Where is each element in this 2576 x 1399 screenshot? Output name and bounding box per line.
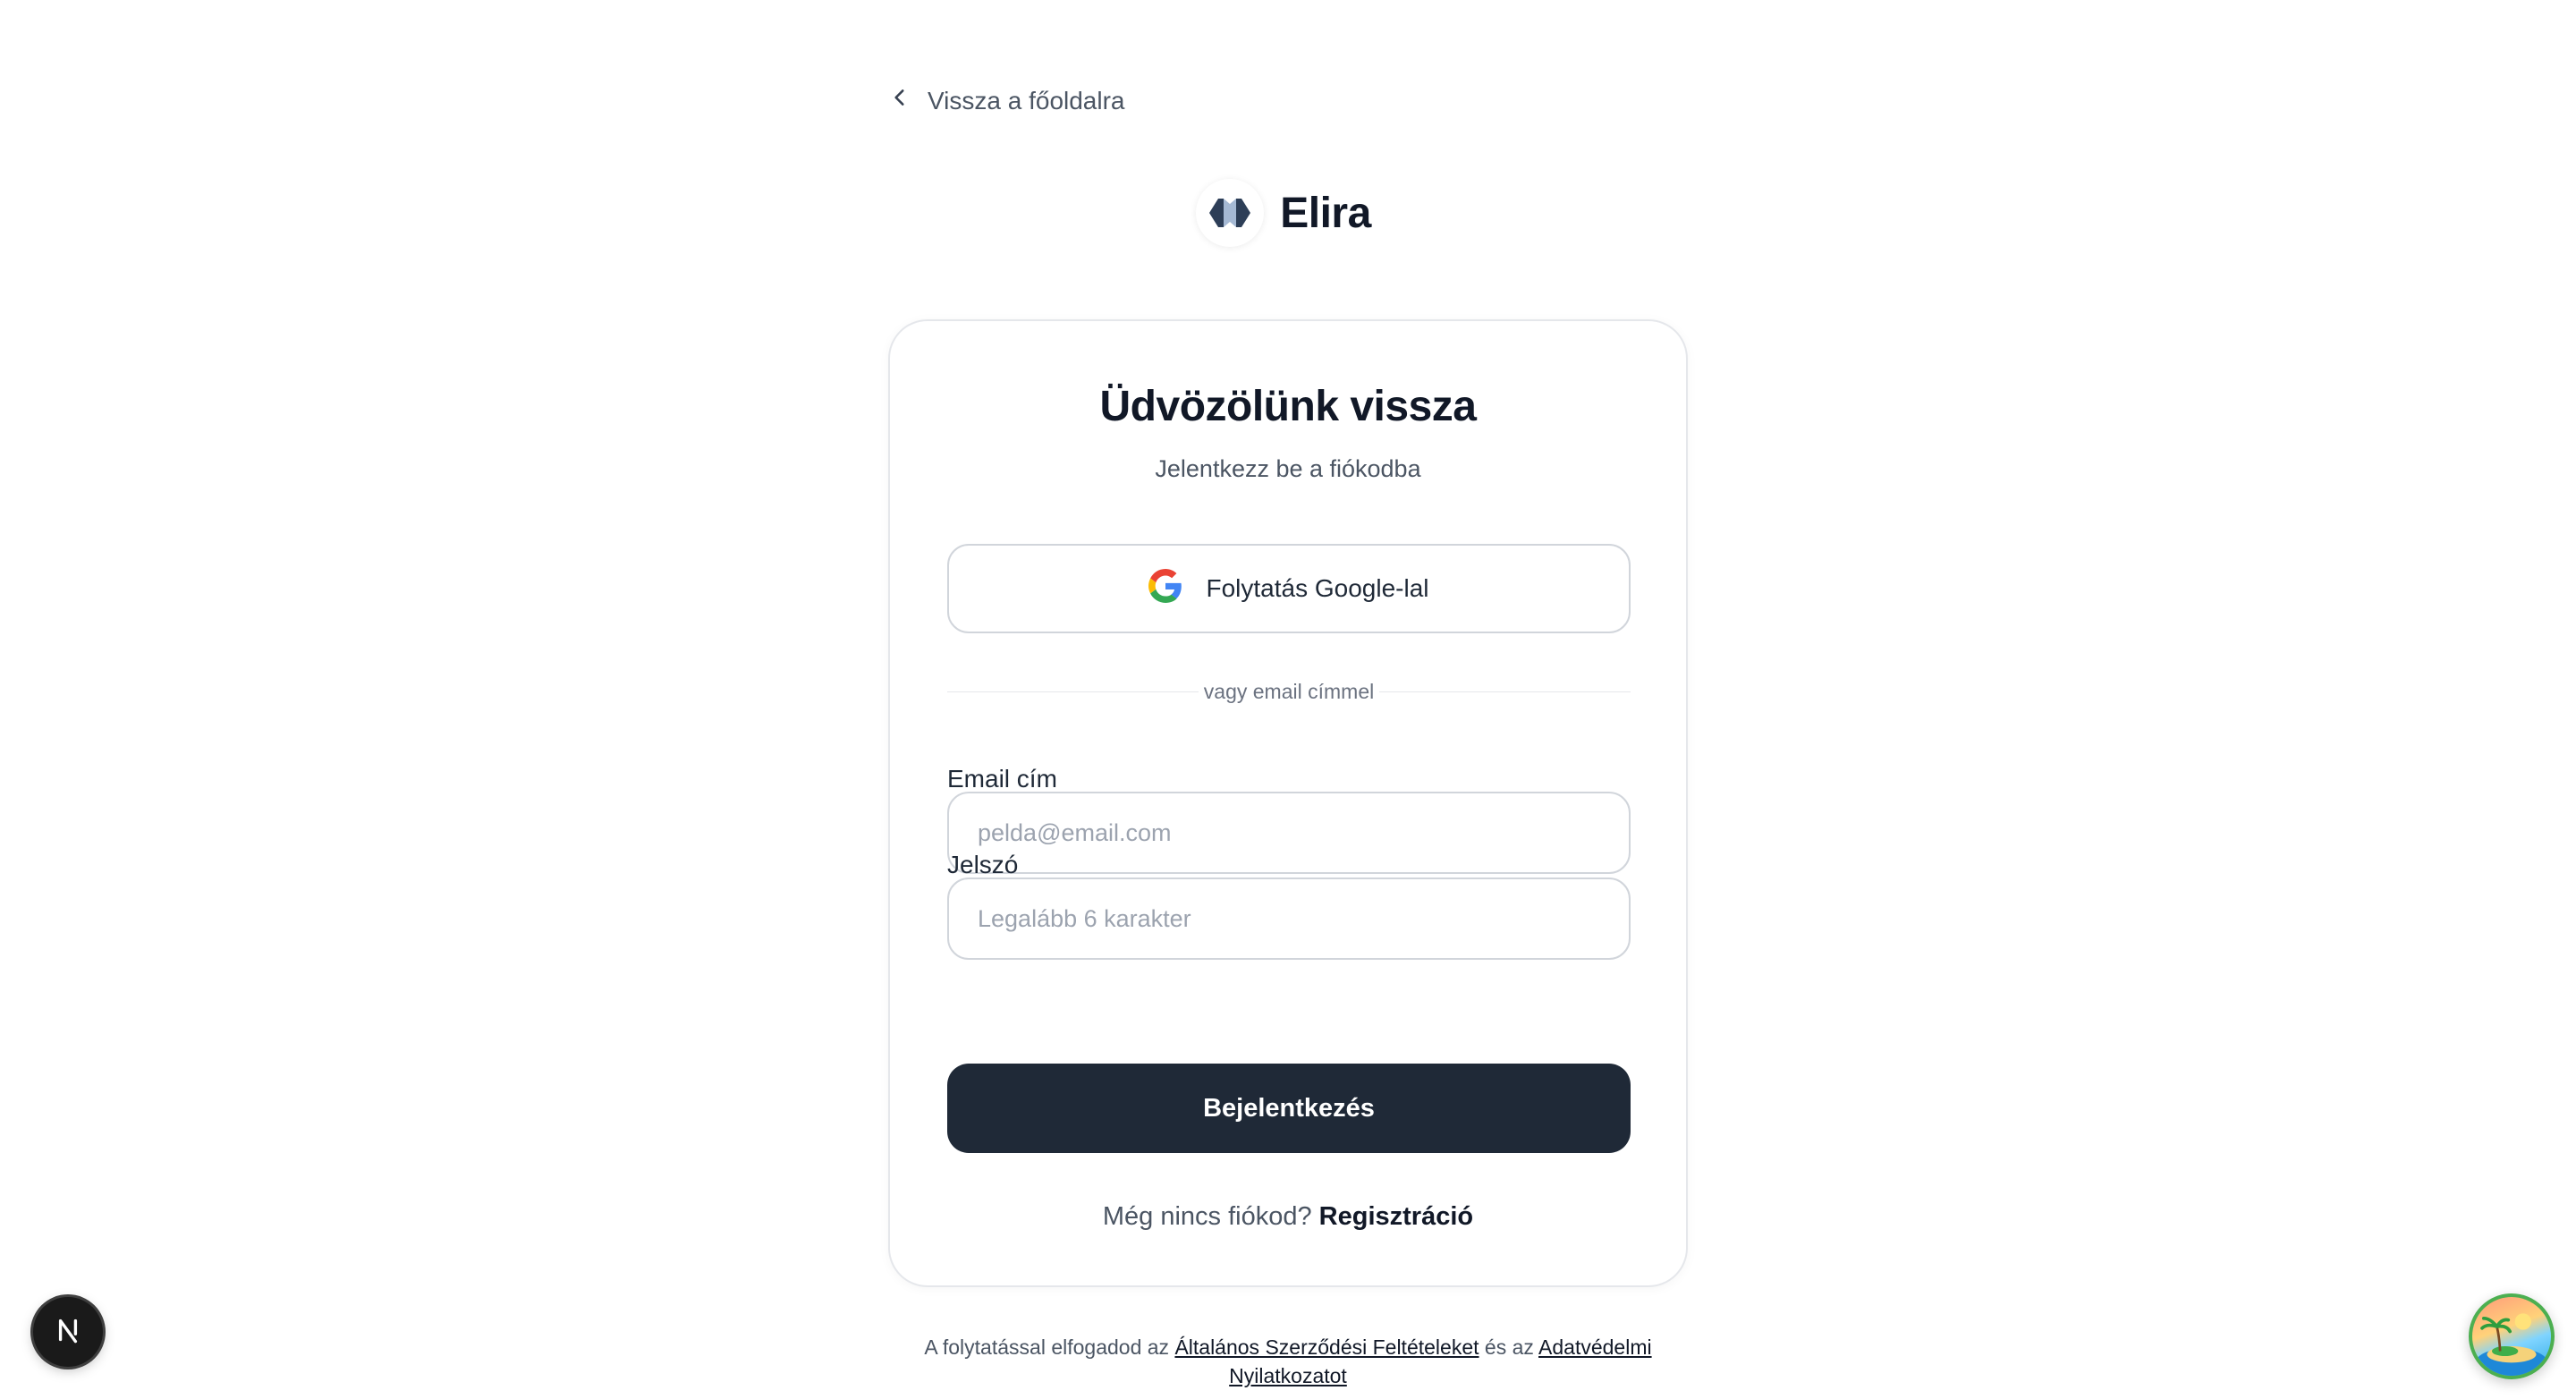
login-subtitle: Jelentkezz be a fiókodba [1155, 455, 1421, 482]
back-to-home-link[interactable]: Vissza a főoldalra [888, 86, 1125, 115]
password-input[interactable] [947, 878, 1631, 960]
divider-line-right [1379, 691, 1631, 692]
terms-of-service-link[interactable]: Általános Szerződési Feltételeket [1174, 1335, 1479, 1359]
elira-logo-icon [1196, 179, 1265, 247]
terms-notice: A folytatással elfogadod az Általános Sz… [888, 1333, 1688, 1390]
login-submit-button[interactable]: Bejelentkezés [947, 1064, 1631, 1153]
terms-middle: és az [1484, 1335, 1534, 1359]
email-label: Email cím [947, 765, 1057, 793]
login-title: Üdvözölünk vissza [1099, 383, 1477, 430]
back-link-label: Vissza a főoldalra [928, 86, 1125, 114]
email-input[interactable] [947, 792, 1631, 874]
signup-link[interactable]: Regisztráció [1319, 1202, 1473, 1231]
terms-prefix: A folytatással elfogadod az [924, 1335, 1170, 1359]
brand-header: Elira [0, 179, 2572, 247]
password-label: Jelszó [947, 851, 1019, 878]
login-page: Vissza a főoldalra Elira Üdvözölünk viss… [0, 0, 2576, 1399]
island-icon [2472, 1313, 2551, 1376]
google-button-label: Folytatás Google-lal [1206, 574, 1429, 602]
chevron-left-icon [888, 86, 911, 115]
or-divider: vagy email címmel [947, 674, 1631, 709]
google-icon [1148, 568, 1182, 609]
signup-row: Még nincs fiókod? Regisztráció [890, 1202, 1686, 1232]
island-widget-button[interactable] [2469, 1293, 2555, 1379]
divider-line-left [947, 691, 1199, 692]
divider-text: vagy email címmel [1203, 679, 1375, 703]
google-signin-button[interactable]: Folytatás Google-lal [947, 544, 1631, 633]
login-card: Üdvözölünk vissza Jelentkezz be a fiókod… [888, 319, 1688, 1287]
nextjs-logo-icon [49, 1311, 87, 1353]
signup-prompt: Még nincs fiókod? [1102, 1202, 1312, 1231]
nextjs-devtools-button[interactable] [33, 1297, 103, 1367]
brand-name: Elira [1280, 189, 1371, 237]
